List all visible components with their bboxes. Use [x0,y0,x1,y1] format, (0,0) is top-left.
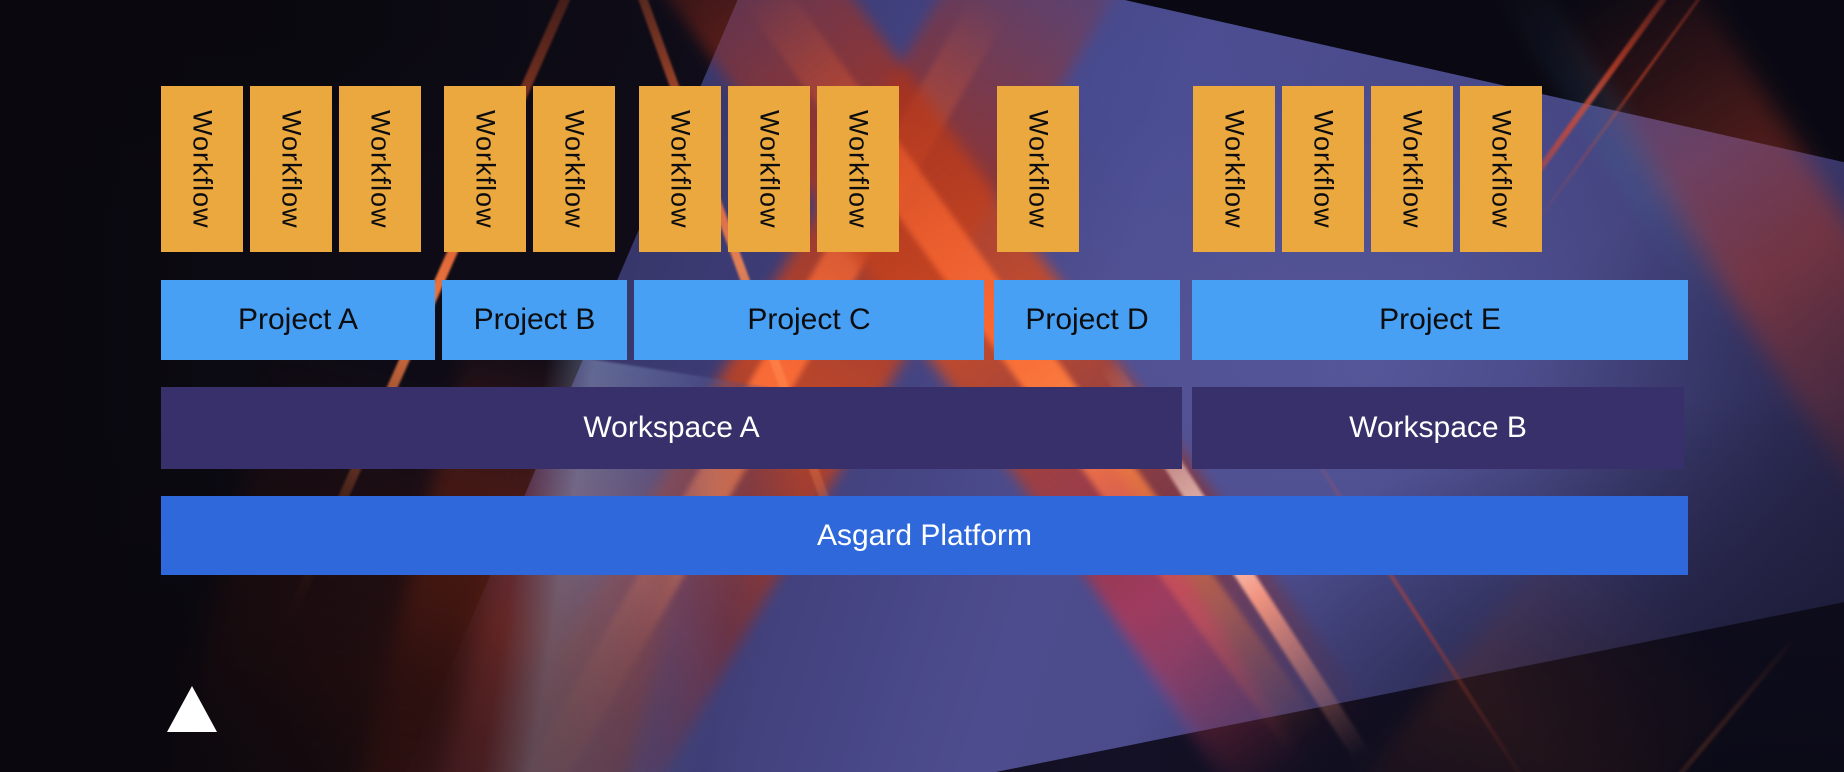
workspace-box-b: Workspace B [1192,387,1684,469]
workflow-box-label: Workflow [754,110,785,229]
workflow-group-project-a: Workflow Workflow Workflow [161,86,421,252]
project-box-c: Project C [634,280,984,360]
workflow-box-label: Workflow [365,110,396,229]
workflow-box-label: Workflow [276,110,307,229]
workflow-box: Workflow [339,86,421,252]
project-box-d: Project D [994,280,1180,360]
workflow-box-label: Workflow [559,110,590,229]
workflow-box: Workflow [728,86,810,252]
workflow-box-label: Workflow [665,110,696,229]
workflow-box: Workflow [997,86,1079,252]
workflow-group-project-e: Workflow Workflow Workflow Workflow [1193,86,1542,252]
project-box-a: Project A [161,280,435,360]
workflow-box: Workflow [1371,86,1453,252]
workflow-box: Workflow [639,86,721,252]
workflow-box: Workflow [817,86,899,252]
project-box-b: Project B [442,280,627,360]
workflow-box-label: Workflow [470,110,501,229]
workflow-box: Workflow [250,86,332,252]
workflow-group-project-c: Workflow Workflow Workflow [639,86,899,252]
platform-box: Asgard Platform [161,496,1688,575]
workflow-box-label: Workflow [1219,110,1250,229]
workflow-box: Workflow [161,86,243,252]
workflow-box: Workflow [444,86,526,252]
workflow-group-project-d: Workflow [997,86,1079,252]
architecture-diagram: WorkflowWorkflowWorkflow WorkflowWorkflo… [0,0,1844,772]
workflow-box-label: Workflow [1486,110,1517,229]
workspace-box-a: Workspace A [161,387,1182,469]
workflow-box: Workflow [1282,86,1364,252]
workflow-box-label: Workflow [187,110,218,229]
workflow-box-label: Workflow [1397,110,1428,229]
workflow-box: Workflow [1193,86,1275,252]
workflow-box-label: Workflow [1023,110,1054,229]
workflow-group-project-b: Workflow Workflow [444,86,615,252]
workflow-box: Workflow [1460,86,1542,252]
slide: WorkflowWorkflowWorkflow WorkflowWorkflo… [0,0,1844,772]
workflow-box: Workflow [533,86,615,252]
triangle-logo-icon [167,686,217,732]
project-box-e: Project E [1192,280,1688,360]
workflow-box-label: Workflow [1308,110,1339,229]
workflow-box-label: Workflow [843,110,874,229]
